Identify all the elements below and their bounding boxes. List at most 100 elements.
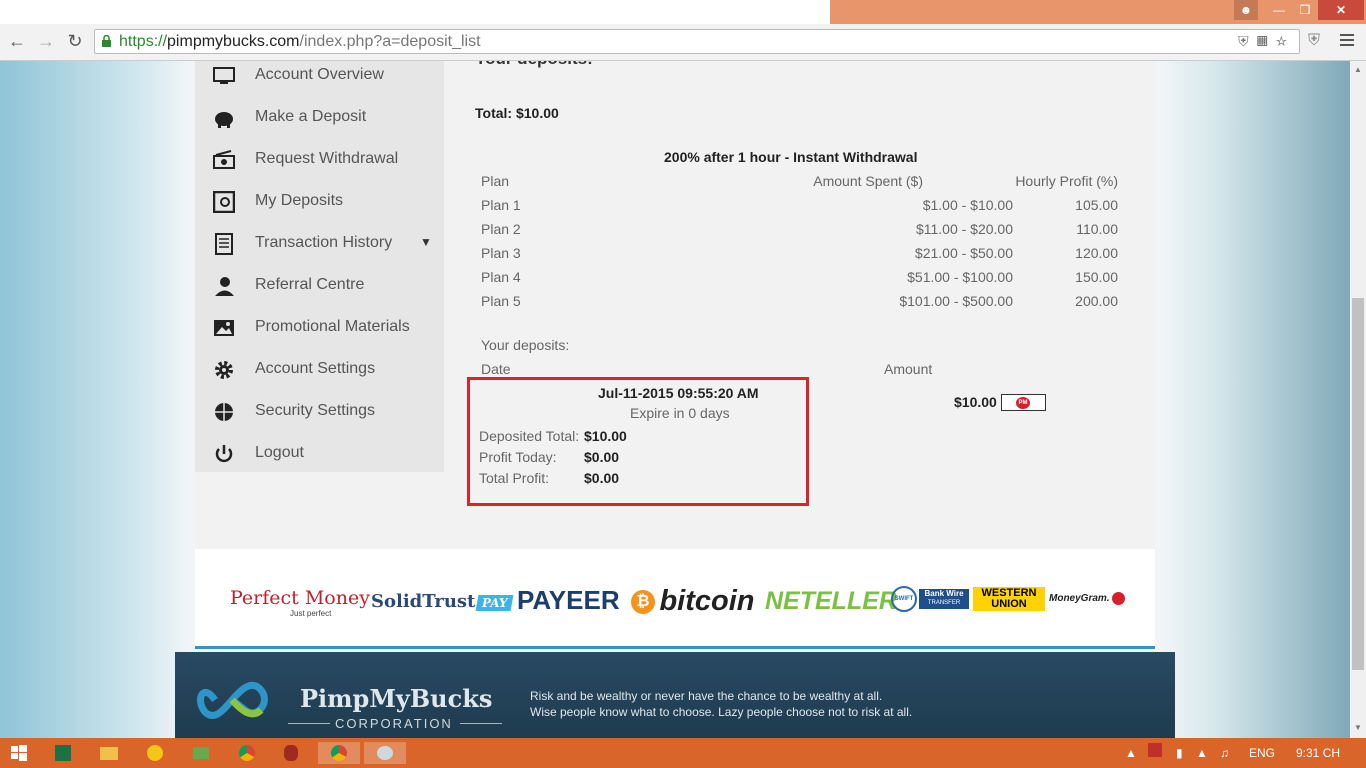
deposit-expire: Expire in 0 days [630, 405, 730, 421]
plan-range: $1.00 - $10.00 [922, 197, 1013, 213]
emoticon-app-icon[interactable] [140, 742, 170, 764]
sidebar-item-label: Account Overview [255, 66, 384, 83]
footer-tagline: Risk and be wealthy or never have the ch… [530, 688, 912, 720]
perfect-money-logo: Perfect Money Just perfect [230, 587, 370, 618]
power-icon [215, 445, 233, 463]
lock-icon [102, 35, 111, 47]
sidebar-item-label: Promotional Materials [255, 318, 410, 335]
sidebar-item-label: Request Withdrawal [255, 150, 399, 167]
forward-icon[interactable]: → [35, 30, 57, 52]
back-icon[interactable]: ← [6, 30, 28, 52]
plan-name: Plan 3 [481, 245, 521, 261]
scroll-down-icon[interactable]: ▼ [1354, 723, 1362, 732]
user-profile-icon[interactable]: ☻ [1234, 0, 1258, 20]
chrome-active-icon[interactable] [318, 742, 360, 764]
sidebar-item-my-deposits[interactable]: My Deposits [213, 189, 443, 217]
tray-app-icon[interactable] [1148, 743, 1162, 760]
deposits-total: Total: $10.00 [475, 105, 559, 121]
excel-icon[interactable] [48, 742, 78, 764]
sidebar-item-label: Transaction History [255, 234, 393, 251]
sidebar-item-promotional-materials[interactable]: Promotional Materials [213, 315, 443, 343]
clock[interactable]: 9:31 CH [1296, 746, 1340, 760]
signal-icon[interactable]: ▲ [1196, 746, 1208, 760]
address-bar[interactable]: https://pimpmybucks.com/index.php?a=depo… [94, 29, 1300, 54]
translate-icon[interactable]: ▦ [1257, 33, 1276, 49]
paint-app-icon[interactable] [364, 742, 406, 764]
column-header: Plan [481, 173, 510, 189]
scroll-up-icon[interactable]: ▲ [1354, 65, 1362, 74]
vertical-scrollbar[interactable]: ▲ ▼ [1350, 61, 1366, 738]
minimize-button[interactable]: — [1266, 0, 1292, 20]
battery-icon[interactable]: ▮ [1176, 746, 1183, 760]
sidebar-item-request-withdrawal[interactable]: Request Withdrawal [213, 147, 443, 175]
moneygram-logo: MoneyGram. [1049, 592, 1125, 605]
deposited-total: Deposited Total: $10.00 [479, 428, 627, 444]
footer-brand: PimpMyBucks [300, 684, 493, 713]
close-button[interactable]: ✕ [1318, 0, 1364, 20]
address-bar-icons: ⛨▦☆ [1238, 33, 1295, 50]
tray-expand-icon[interactable]: ▲ [1125, 746, 1137, 760]
window-titlebar: ☻ — ❐ ✕ [0, 0, 1366, 24]
sidebar-item-transaction-history[interactable]: Transaction History ▼ [213, 231, 443, 259]
sidebar-item-security-settings[interactable]: Security Settings [213, 399, 443, 427]
table-row: Plan 3 $21.00 - $50.00 120.00 [481, 241, 1121, 265]
payment-method-badge: PM [1001, 394, 1046, 411]
page-title: Your deposits: [475, 61, 593, 69]
windows-taskbar: ▲ ▮ ▲ ♫ ENG 9:31 CH [0, 738, 1366, 768]
money-bag-icon[interactable] [276, 742, 306, 764]
plan-profit: 200.00 [1075, 293, 1118, 309]
bank-wire-logo: Bank Wire TRANSFER [919, 589, 969, 609]
swift-logo: SWIFT [891, 586, 917, 612]
neteller-logo: NETELLER [765, 587, 897, 615]
bookmark-star-icon[interactable]: ☆ [1276, 33, 1295, 49]
scrollbar-thumb[interactable] [1352, 298, 1364, 670]
bitcoin-text: bitcoin [659, 585, 755, 617]
reload-icon[interactable]: ↻ [64, 30, 86, 52]
file-explorer-icon[interactable] [94, 742, 124, 764]
sidebar-item-account-settings[interactable]: Account Settings [213, 357, 443, 385]
extension-shield-icon[interactable]: ⛨ [1308, 32, 1320, 50]
cash-icon [213, 150, 235, 169]
perfect-money-text: Perfect Money [230, 587, 370, 609]
column-header-amount: Amount [884, 361, 933, 377]
deposited-total-label: Deposited Total: [479, 428, 580, 444]
app-green-icon[interactable] [186, 742, 216, 764]
shield-icon[interactable]: ⛨ [1238, 33, 1257, 49]
column-header-date: Date [481, 361, 511, 377]
menu-icon[interactable] [1340, 34, 1354, 49]
language-indicator[interactable]: ENG [1249, 746, 1275, 760]
profit-today-label: Profit Today: [479, 449, 557, 465]
volume-icon[interactable]: ♫ [1220, 746, 1229, 760]
plan-name: Plan 2 [481, 221, 521, 237]
sidebar-item-make-deposit[interactable]: Make a Deposit [213, 105, 443, 133]
solidtrust-pay-text: PAY [475, 595, 515, 611]
start-windows-icon[interactable] [4, 742, 34, 764]
union-text: UNION [991, 598, 1027, 610]
maximize-button[interactable]: ❐ [1292, 0, 1318, 20]
profit-today-value: $0.00 [584, 449, 620, 465]
moneygram-icon [1111, 592, 1125, 605]
total-profit-label: Total Profit: [479, 470, 550, 486]
plan-profit: 150.00 [1075, 269, 1118, 285]
sidebar-item-label: Logout [255, 444, 304, 461]
swift-icon: SWIFT [891, 586, 917, 612]
column-header: Hourly Profit (%) [1015, 173, 1118, 189]
tagline-line: Risk and be wealthy or never have the ch… [530, 689, 883, 703]
solidtrust-logo: SolidTrust PAY [371, 591, 515, 612]
piggy-bank-icon [215, 112, 233, 128]
sidebar-item-logout[interactable]: Logout [213, 441, 443, 469]
plan-range: $51.00 - $100.00 [907, 269, 1013, 285]
divider [288, 723, 330, 724]
chrome-icon[interactable] [232, 742, 262, 764]
plan-profit: 110.00 [1076, 221, 1118, 237]
perfect-money-subtext: Just perfect [290, 609, 332, 618]
deposit-amount: $10.00 [954, 394, 997, 410]
table-row: Plan 4 $51.00 - $100.00 150.00 [481, 265, 1121, 289]
chevron-down-icon[interactable]: ▼ [420, 235, 432, 249]
moneygram-text: MoneyGram. [1049, 593, 1110, 605]
sidebar-item-referral-centre[interactable]: Referral Centre [213, 273, 443, 301]
total-profit: Total Profit: $0.00 [479, 470, 619, 486]
sidebar-item-account-overview[interactable]: Account Overview [213, 63, 443, 91]
image-icon [214, 320, 234, 336]
plan-range: $11.00 - $20.00 [915, 221, 1013, 237]
